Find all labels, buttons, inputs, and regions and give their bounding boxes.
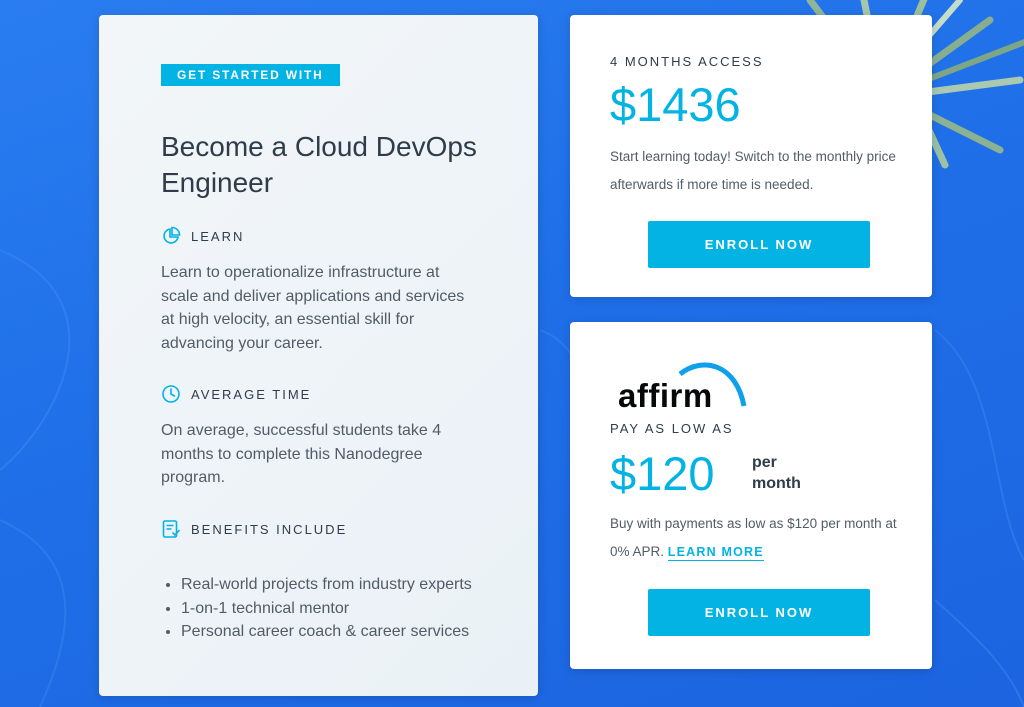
get-started-badge: GET STARTED WITH <box>161 64 340 86</box>
affirm-logo: affirm <box>608 362 758 417</box>
learn-more-link[interactable]: LEARN MORE <box>667 545 764 561</box>
monthly-price: $120 <box>610 447 715 500</box>
program-info-card: GET STARTED WITH Become a Cloud DevOps E… <box>99 15 538 696</box>
enroll-now-button[interactable]: ENROLL NOW <box>648 589 870 636</box>
average-time-heading: AVERAGE TIME <box>161 384 311 404</box>
checklist-icon <box>161 519 181 539</box>
pay-as-low-as-label: PAY AS LOW AS <box>610 421 734 436</box>
learn-text: Learn to operationalize infrastructure a… <box>161 264 465 352</box>
list-item: Personal career coach & career services <box>181 620 521 644</box>
benefits-list: Real-world projects from industry expert… <box>161 573 521 644</box>
clock-icon <box>161 384 181 404</box>
upfront-price-description: Start learning today! Switch to the mont… <box>610 149 896 192</box>
upfront-price: $1436 <box>610 78 741 131</box>
average-time-label: AVERAGE TIME <box>191 386 312 402</box>
affirm-financing-card: affirm PAY AS LOW AS $120 per month Buy … <box>570 322 932 669</box>
learn-heading: LEARN <box>161 226 244 246</box>
per-month-label: per month <box>752 454 801 492</box>
learn-label: LEARN <box>191 228 245 244</box>
program-title: Become a Cloud DevOps Engineer <box>161 131 477 198</box>
benefits-label: BENEFITS INCLUDE <box>191 521 348 537</box>
financing-description: Buy with payments as low as $120 per mon… <box>610 516 897 561</box>
average-time-text: On average, successful students take 4 m… <box>161 422 442 486</box>
pie-chart-icon <box>161 226 181 246</box>
upfront-price-card: 4 MONTHS ACCESS $1436 Start learning tod… <box>570 15 932 297</box>
list-item: 1-on-1 technical mentor <box>181 597 521 621</box>
access-duration-label: 4 MONTHS ACCESS <box>610 54 764 69</box>
list-item: Real-world projects from industry expert… <box>181 573 521 597</box>
benefits-heading: BENEFITS INCLUDE <box>161 519 347 539</box>
enroll-now-button[interactable]: ENROLL NOW <box>648 221 870 268</box>
